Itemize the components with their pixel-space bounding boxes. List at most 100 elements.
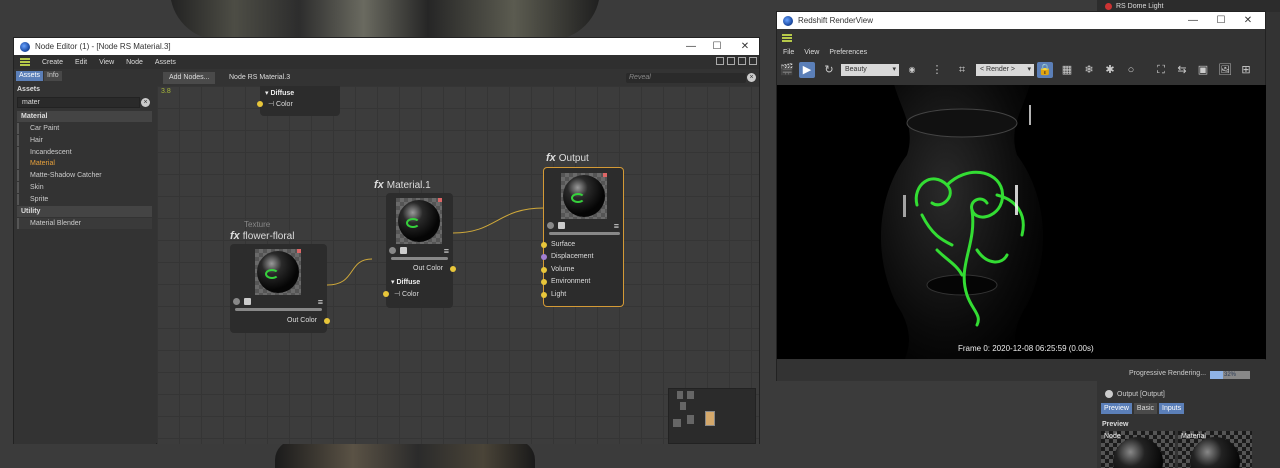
layout-icon[interactable] [716,57,724,65]
node-icons [547,222,565,229]
input-port-environment[interactable] [541,279,547,285]
tab-assets[interactable]: Assets [16,71,44,81]
snapshot-icon[interactable]: ◉ [904,62,920,78]
output-row[interactable]: Output [Output] [1097,388,1280,400]
input-port-displacement[interactable] [541,254,547,260]
menu-view[interactable]: View [99,59,114,66]
image-icon[interactable] [244,298,251,305]
image-icon[interactable] [400,247,407,254]
input-port-surface[interactable] [541,242,547,248]
menu-view[interactable]: View [804,49,819,56]
minimize-button[interactable]: — [1179,12,1207,29]
tab-info[interactable]: Info [44,71,62,81]
add-image-icon[interactable]: ⊞ [1238,62,1254,78]
expand-icon[interactable] [749,57,757,65]
texture-node[interactable]: ≡ Out Color [230,244,330,333]
material-node[interactable]: ≡ Out Color ▾ Diffuse ⊣ Color [383,193,456,308]
window-title: Node Editor (1) - [Node RS Material.3] [35,42,171,51]
tab-inputs[interactable]: Inputs [1159,403,1185,414]
grid-icon[interactable]: ▦ [1059,62,1075,78]
list-item[interactable]: Incandescent [17,147,152,158]
settings-icon[interactable] [389,247,396,254]
list-item[interactable]: Hair [17,135,152,146]
preview-slider[interactable] [549,232,620,235]
menu-edit[interactable]: Edit [75,59,87,66]
compare-icon[interactable]: ⇆ [1174,62,1190,78]
tab-preview[interactable]: Preview [1101,403,1132,414]
lock-icon[interactable] [738,57,746,65]
renderview-titlebar[interactable]: Redshift RenderView — ☐ ✕ [777,12,1265,29]
add-nodes-button[interactable]: Add Nodes... [163,72,216,84]
fit-icon[interactable]: ⛶ [1153,62,1169,78]
preview-slider[interactable] [391,257,448,260]
close-button[interactable]: ✕ [1234,12,1262,29]
menu-hamburger-icon[interactable] [20,58,30,66]
group-diffuse: ▾ Diffuse [265,90,295,97]
asset-search-input[interactable]: mater [17,97,140,108]
list-item[interactable]: Material Blender [17,218,152,229]
menu-preferences[interactable]: Preferences [829,49,867,56]
save-image-icon[interactable]: ▣ [1195,62,1211,78]
category-material[interactable]: Material [17,111,152,122]
menu-icon[interactable]: ≡ [614,221,619,231]
menu-icon[interactable]: ≡ [318,297,323,307]
image-icon[interactable] [558,222,565,229]
output-node-icon [1105,390,1113,398]
list-item[interactable]: Car Paint [17,123,152,134]
output-port[interactable] [450,266,456,272]
play-icon[interactable]: ▶ [799,62,815,78]
minimize-button[interactable]: — [677,38,705,55]
diffuse-node-partial[interactable]: ▾ Diffuse ⊣ Color [257,86,340,116]
output-port[interactable] [324,318,330,324]
list-item-highlighted[interactable]: Material [17,158,152,169]
dots-icon[interactable]: ⋮ [929,62,945,78]
image-icon[interactable]: 🖼 [1217,62,1233,78]
clear-reveal-icon[interactable]: × [747,73,756,82]
input-port-volume[interactable] [541,267,547,273]
snowflake-icon[interactable]: ❄ [1081,62,1097,78]
circle-icon[interactable]: ○ [1123,62,1139,78]
menu-create[interactable]: Create [42,59,63,66]
navigator-minimap[interactable] [668,388,756,444]
camera-select[interactable]: < Render > [976,64,1034,76]
clapper-icon[interactable]: 🎬 [779,62,795,78]
minimap-node [673,419,681,427]
minimap-viewport[interactable] [705,411,715,426]
texture-node-title: fx flower-floral [230,230,295,242]
list-item[interactable]: Sprite [17,194,152,205]
close-button[interactable]: ✕ [731,38,759,55]
settings-icon[interactable] [547,222,554,229]
render-image[interactable]: Frame 0: 2020-12-08 06:25:59 (0.00s) [777,85,1266,359]
material-thumbnail [396,198,442,244]
aov-select[interactable]: Beauty [841,64,899,76]
reveal-input[interactable]: Reveal [626,73,746,83]
list-item[interactable]: Matte-Shadow Catcher [17,170,152,181]
input-port-light[interactable] [541,292,547,298]
menu-node[interactable]: Node [126,59,143,66]
list-item[interactable]: Skin [17,182,152,193]
input-port[interactable] [383,291,389,297]
snowflake-icon[interactable]: ✱ [1102,62,1118,78]
menu-icon[interactable]: ≡ [444,246,449,256]
node-editor-window: Node Editor (1) - [Node RS Material.3] —… [13,37,760,444]
menu-hamburger-icon[interactable] [782,34,792,42]
breadcrumb[interactable]: Node RS Material.3 [229,73,290,83]
crop-icon[interactable]: ⌗ [954,62,970,78]
maximize-button[interactable]: ☐ [1207,12,1235,29]
menu-file[interactable]: File [783,49,794,56]
refresh-icon[interactable]: ↻ [821,62,837,78]
output-node[interactable]: ≡ Surface Displacement Volume Environmen… [541,167,624,307]
lock-icon[interactable]: 🔒 [1037,62,1053,78]
category-utility[interactable]: Utility [17,206,152,217]
input-port[interactable] [257,101,263,107]
node-editor-titlebar[interactable]: Node Editor (1) - [Node RS Material.3] —… [14,38,759,55]
maximize-button[interactable]: ☐ [703,38,731,55]
node-canvas[interactable]: 3.8 ▾ Diffuse ⊣ Color Texture fx flower-f… [157,86,759,444]
tab-basic[interactable]: Basic [1133,403,1158,414]
settings-icon[interactable] [233,298,240,305]
layout-icon[interactable] [727,57,735,65]
menu-assets[interactable]: Assets [155,59,176,66]
preview-slider[interactable] [235,308,322,311]
preview-node-thumb: Node [1101,431,1175,468]
clear-search-icon[interactable]: × [141,98,150,107]
